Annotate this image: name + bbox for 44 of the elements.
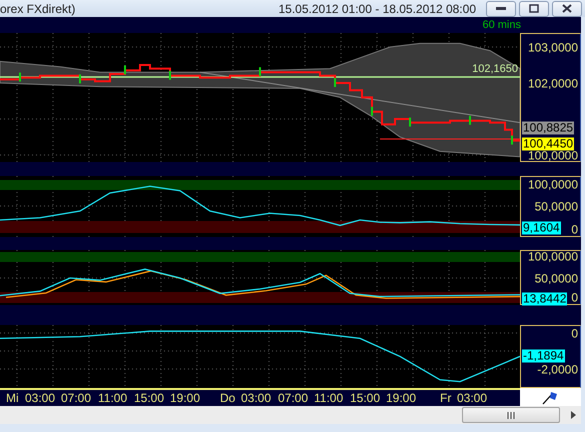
axis-label: 103,0000 xyxy=(528,42,578,54)
axis-label: 0 xyxy=(571,224,578,236)
time-label: 19:00 xyxy=(386,391,416,405)
axis-label: -2,0000 xyxy=(537,364,578,376)
axis-label: 50,0000 xyxy=(534,200,578,214)
minimize-icon xyxy=(496,6,506,10)
time-label: 07:00 xyxy=(278,391,308,405)
time-label: 03:00 xyxy=(25,391,56,405)
time-label: 15:00 xyxy=(134,391,164,405)
timeframe-label: 60 mins xyxy=(482,19,521,31)
minimize-button[interactable] xyxy=(486,0,516,16)
axis-label: 0 xyxy=(571,328,578,340)
close-icon xyxy=(562,4,572,13)
restore-button[interactable] xyxy=(519,0,549,16)
value-marker: 100,8825 xyxy=(522,122,574,134)
time-label: 07:00 xyxy=(61,391,92,405)
price-level-label: 102,1650 xyxy=(472,63,518,75)
scroll-right-button[interactable] xyxy=(568,408,578,422)
close-button[interactable] xyxy=(552,0,582,16)
axis-label: 102,0000 xyxy=(528,78,578,90)
time-label: 03:00 xyxy=(241,391,272,405)
axis-label: 100,0000 xyxy=(528,250,578,264)
time-label: 11:00 xyxy=(98,391,128,405)
right-arrow-icon xyxy=(570,411,576,419)
axis-label: 50,0000 xyxy=(534,272,578,286)
time-label: Fr xyxy=(440,391,452,405)
axis-label: 100,0000 xyxy=(528,178,578,192)
value-marker: 9,1604 xyxy=(522,222,561,234)
time-label: Mi xyxy=(6,391,19,405)
axis-label: 100,0000 xyxy=(528,150,578,162)
window-title: orex FXdirekt) xyxy=(0,2,76,16)
scrollbar-thumb[interactable] xyxy=(462,407,560,423)
axis-label: 0 xyxy=(571,292,578,304)
value-marker: 100,4450 xyxy=(522,138,574,150)
value-marker: -1,1894 xyxy=(522,350,565,362)
restore-icon xyxy=(529,4,539,13)
time-label: 11:00 xyxy=(314,391,344,405)
date-range: 15.05.2012 01:00 - 18.05.2012 08:00 xyxy=(278,2,476,16)
time-label: 03:00 xyxy=(457,391,488,405)
grip-icon xyxy=(507,412,515,418)
time-label: 19:00 xyxy=(170,391,200,405)
value-marker: 13,8442 xyxy=(522,292,568,306)
time-label: Do xyxy=(220,391,236,405)
time-label: 15:00 xyxy=(350,391,380,405)
